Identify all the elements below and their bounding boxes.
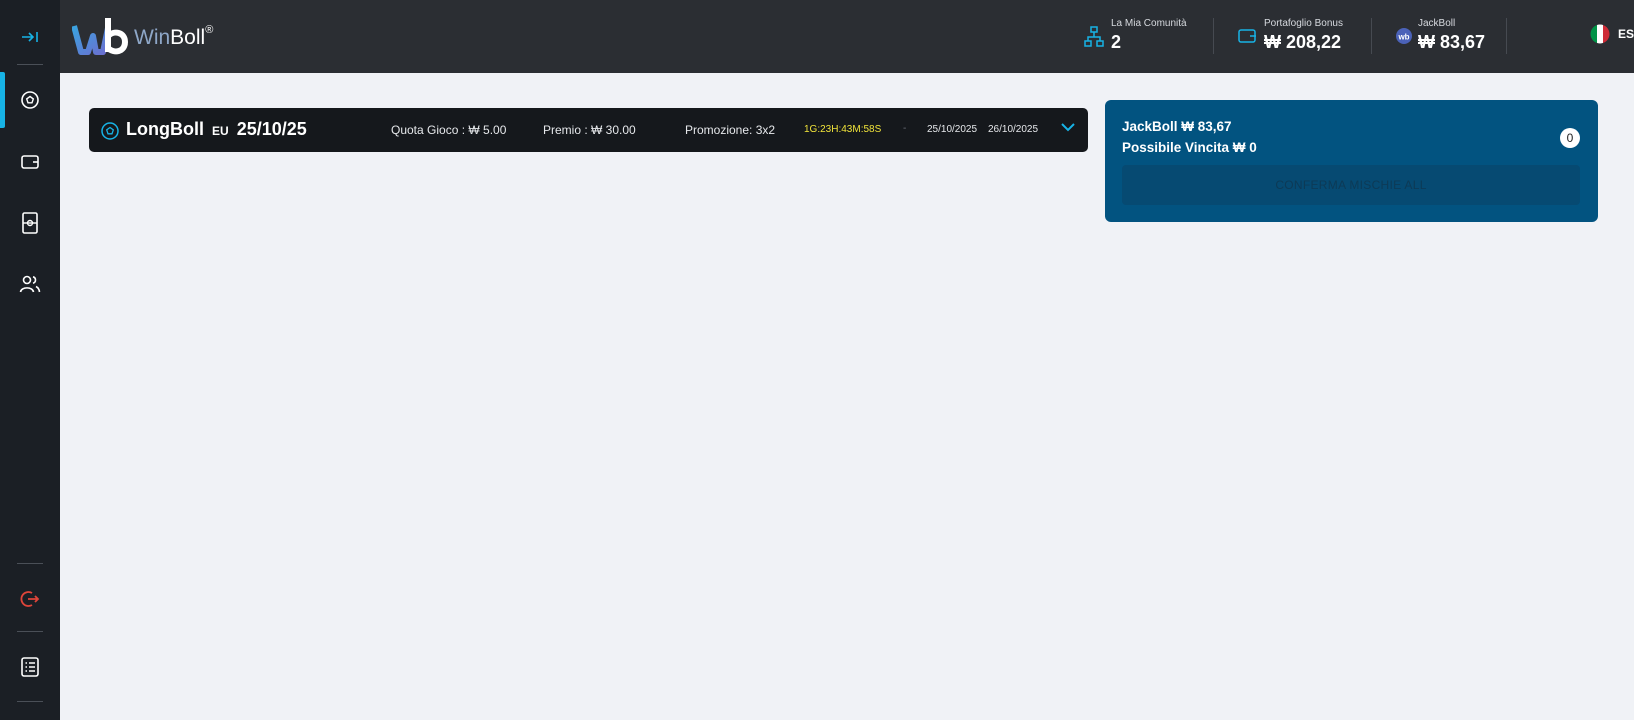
separator: - [903, 123, 907, 134]
language-label: ESSO [1618, 27, 1634, 41]
brand-name-part2: Boll [170, 26, 206, 49]
logout-button[interactable] [0, 577, 60, 621]
winboll-logo-icon [72, 18, 128, 55]
bonus-wallet-label: Portafoglio Bonus [1264, 18, 1343, 29]
wallet-icon [21, 155, 39, 169]
jackpot-card: JackBoll ₩ 83,67 Possibile Vincita ₩ 0 0… [1105, 100, 1598, 222]
confirm-button[interactable]: CONFERMA MISCHIE ALL [1122, 165, 1580, 205]
sidebar-divider [17, 64, 43, 65]
sidebar [0, 0, 60, 720]
game-row[interactable]: LongBoll EU 25/10/25 Quota Gioco : ₩ 5.0… [89, 108, 1088, 152]
sidebar-item-games[interactable] [0, 78, 60, 122]
brand-name: WinBoll® [134, 24, 214, 50]
possible-win: Possibile Vincita ₩ 0 [1122, 140, 1257, 155]
game-date: 25/10/25 [236, 119, 307, 139]
jackboll-label: JackBoll [1418, 18, 1456, 29]
stat-divider [1371, 18, 1372, 54]
sidebar-divider [17, 701, 43, 702]
stat-divider [1213, 18, 1214, 54]
svg-text:wb: wb [1397, 33, 1409, 42]
start-date: 25/10/2025 [927, 124, 978, 135]
countdown-timer: 1G:23H:43M:58S [804, 124, 882, 135]
quota-gioco: Quota Gioco : ₩ 5.00 [391, 123, 507, 137]
sidebar-item-community[interactable] [0, 262, 60, 306]
expand-icon [22, 32, 38, 42]
game-region: EU [212, 124, 229, 138]
chevron-down-icon[interactable] [1060, 121, 1076, 133]
selection-count-badge: 0 [1560, 128, 1580, 148]
soccer-ball-icon [101, 122, 119, 140]
sidebar-item-wallet[interactable] [0, 140, 60, 184]
community-value: 2 [1111, 32, 1122, 52]
logout-icon [20, 591, 40, 607]
game-name: LongBoll [126, 119, 204, 139]
users-icon [19, 275, 41, 293]
expand-sidebar-button[interactable] [0, 15, 60, 59]
wallet-icon [1238, 29, 1256, 43]
list-icon [21, 657, 39, 677]
sidebar-divider [17, 631, 43, 632]
ticket-icon [22, 212, 38, 234]
brand-name-part1: Win [134, 26, 171, 49]
bonus-wallet-value: ₩ 208,22 [1264, 32, 1342, 52]
premio: Premio : ₩ 30.00 [543, 123, 636, 137]
registered-mark: ® [205, 24, 214, 36]
italy-flag-icon [1590, 24, 1610, 44]
jackboll-coin-icon: wb [1396, 28, 1412, 44]
promozione: Promozione: 3x2 [685, 123, 776, 137]
jackboll-value: ₩ 83,67 [1418, 32, 1486, 52]
community-label: La Mia Comunità [1111, 18, 1187, 29]
end-date: 26/10/2025 [988, 124, 1039, 135]
sidebar-item-list[interactable] [0, 645, 60, 689]
sidebar-divider [17, 563, 43, 564]
language-selector[interactable]: ESSO [1590, 24, 1634, 44]
logo[interactable]: WinBoll® [72, 14, 213, 58]
network-icon [1084, 26, 1104, 47]
soccer-ball-icon [21, 91, 39, 109]
game-title: LongBoll EU 25/10/25 [126, 119, 307, 140]
sidebar-item-tickets[interactable] [0, 201, 60, 245]
jackboll-amount: JackBoll ₩ 83,67 [1122, 119, 1232, 134]
stat-divider [1506, 18, 1507, 54]
top-bar: WinBoll® La Mia Comunità 2 Portafoglio B… [60, 0, 1634, 73]
